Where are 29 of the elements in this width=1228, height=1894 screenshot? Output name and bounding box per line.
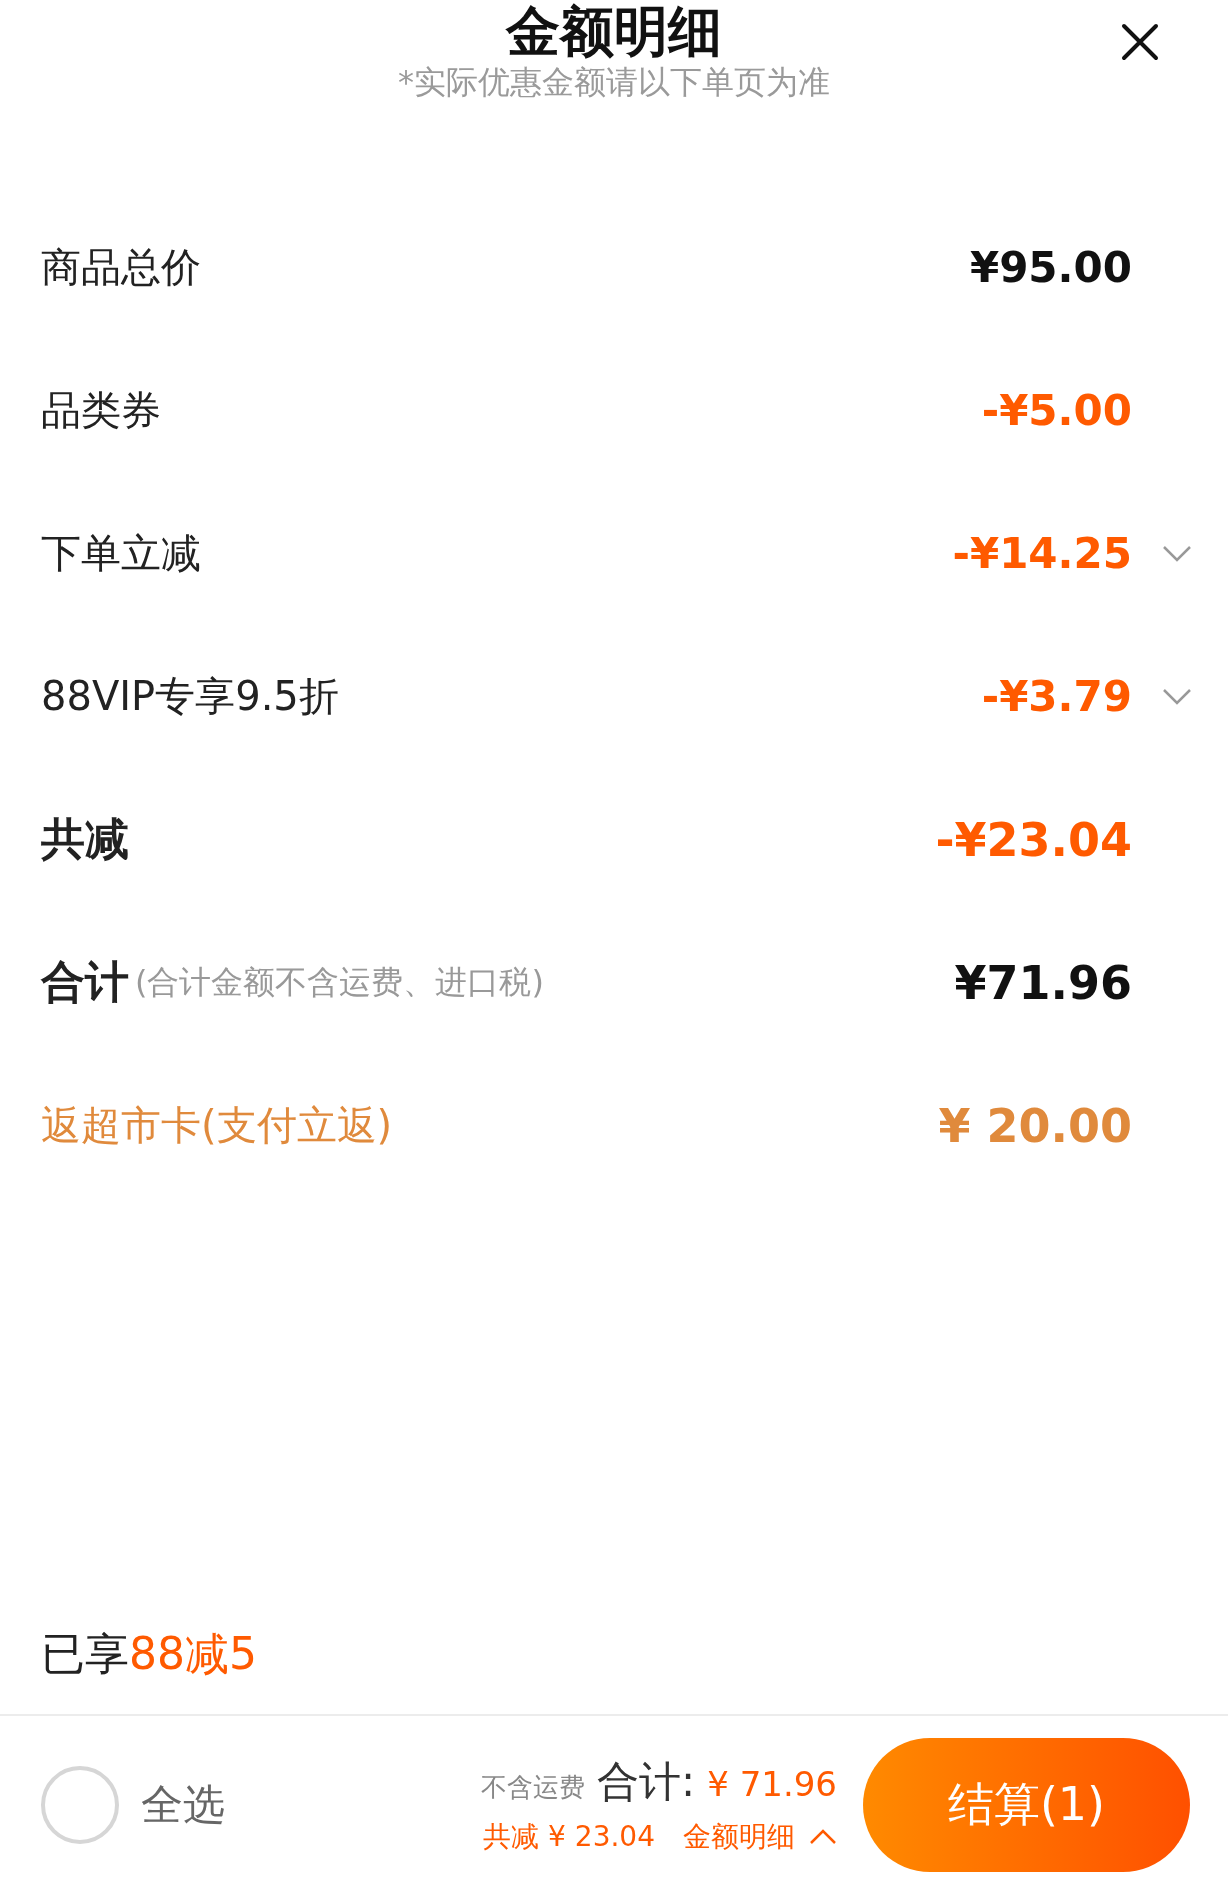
- dialog-title: 金额明细: [506, 2, 722, 62]
- row-amount: -¥14.25: [952, 529, 1132, 578]
- row-label: 返超市卡(支付立返): [41, 1101, 393, 1150]
- row-label: 合计: [41, 955, 129, 1009]
- chevron-down-icon[interactable]: [1162, 687, 1192, 706]
- row-label: 共减: [41, 812, 129, 866]
- row-amount: ¥71.96: [954, 955, 1132, 1010]
- row-label: 商品总价: [41, 243, 201, 292]
- row-amount: ¥95.00: [969, 243, 1132, 292]
- promo-text: 已享88减5: [40, 1627, 258, 1681]
- row-label: 下单立减: [41, 529, 201, 578]
- row-amount: -¥23.04: [935, 812, 1132, 867]
- row-label: 品类券: [41, 386, 161, 435]
- details-link[interactable]: 金额明细: [683, 1818, 837, 1856]
- row-note: (合计金额不含运费、进口税): [135, 961, 544, 1003]
- checkout-button[interactable]: 结算(1): [863, 1738, 1190, 1872]
- chevron-down-icon[interactable]: [1162, 544, 1192, 563]
- row-label: 88VIP专享9.5折: [41, 672, 339, 721]
- close-icon[interactable]: [1120, 22, 1160, 62]
- row-amount: -¥3.79: [981, 672, 1132, 721]
- disclaimer-text: *实际优惠金额请以下单页为准: [398, 62, 830, 102]
- total-label: 合计:: [597, 1756, 696, 1808]
- row-amount: -¥5.00: [981, 386, 1132, 435]
- shipping-note: 不含运费: [481, 1771, 586, 1804]
- total-amount: ¥ 71.96: [707, 1764, 837, 1804]
- row-amount: ¥ 20.00: [938, 1098, 1132, 1153]
- saving-text: 共减 ¥ 23.04: [483, 1819, 655, 1855]
- select-all-label: 全选: [141, 1779, 225, 1831]
- chevron-up-icon: [809, 1829, 837, 1845]
